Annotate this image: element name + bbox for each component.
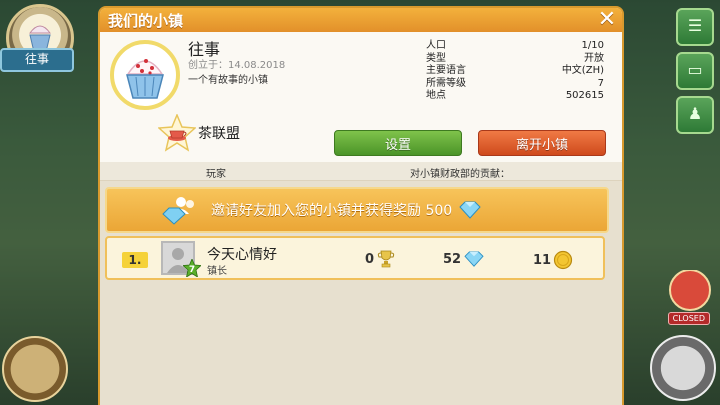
stat-label: 类型 bbox=[426, 52, 446, 64]
invite-text: 邀请好友加入您的小镇并获得奖励 500 bbox=[211, 203, 453, 219]
stat-type: 类型 开放 bbox=[426, 53, 604, 66]
stat-population: 人口 1/10 bbox=[426, 40, 604, 53]
level-number: 7 bbox=[189, 265, 195, 275]
stat-location: 地点 502615 bbox=[426, 90, 604, 103]
coin-count: 11 bbox=[533, 252, 552, 268]
stat-label: 人口 bbox=[426, 40, 446, 51]
town-description: 一个有故事的小镇 bbox=[188, 75, 268, 86]
build-house-button[interactable] bbox=[2, 336, 68, 402]
closed-badge: CLOSED bbox=[667, 312, 710, 325]
member-name: 今天心情好 bbox=[207, 247, 277, 263]
town-dialog: 我们的小镇 ✕ 往事 创立于：14.08.2018 一个有故事的小镇 人口 1/… bbox=[100, 8, 622, 405]
stat-value: 中文(ZH) bbox=[561, 65, 604, 77]
town-info-panel: 往事 创立于：14.08.2018 一个有故事的小镇 人口 1/10 类型 开放… bbox=[100, 32, 622, 162]
diamond-contribution: 52 bbox=[443, 250, 485, 268]
teacup-star-icon bbox=[158, 114, 196, 152]
coin-icon bbox=[553, 250, 573, 270]
close-button[interactable]: ✕ bbox=[596, 9, 618, 31]
cash-register-button[interactable] bbox=[650, 335, 716, 401]
league-badge[interactable]: 茶联盟 bbox=[158, 114, 240, 152]
stat-value: 502615 bbox=[565, 90, 604, 102]
invite-friends-button[interactable]: 邀请好友加入您的小镇并获得奖励 500 bbox=[105, 187, 609, 233]
invite-friends-icon bbox=[162, 197, 194, 225]
stat-value: 7 bbox=[597, 77, 604, 89]
stat-value: 1/10 bbox=[581, 40, 604, 51]
settings-button[interactable]: 设置 bbox=[334, 130, 462, 156]
chat-icon: ▭ bbox=[687, 60, 703, 79]
stat-language: 主要语言 中文(ZH) bbox=[426, 65, 604, 78]
rank-badge: 1. bbox=[122, 252, 148, 268]
trophy-icon bbox=[377, 250, 395, 268]
diamond-icon bbox=[459, 201, 481, 219]
trophy-contribution: 0 bbox=[365, 250, 396, 268]
player-column-label: 玩家 bbox=[206, 169, 226, 180]
stat-label: 地点 bbox=[426, 90, 446, 102]
member-list: 邀请好友加入您的小镇并获得奖励 500 1. 7 今天心情好 镇长 0 52 1… bbox=[100, 181, 622, 405]
chat-button[interactable]: ▭ bbox=[676, 52, 714, 90]
trophy-count: 0 bbox=[365, 251, 375, 267]
list-icon: ☰ bbox=[687, 16, 703, 35]
diamond-count: 52 bbox=[443, 251, 462, 267]
league-name: 茶联盟 bbox=[198, 126, 240, 142]
dialog-title: 我们的小镇 bbox=[108, 11, 184, 30]
town-emblem bbox=[110, 40, 180, 110]
member-role: 镇长 bbox=[207, 266, 227, 277]
stat-label: 所需等级 bbox=[426, 77, 466, 89]
town-created-date: 创立于：14.08.2018 bbox=[188, 60, 286, 71]
town-members-button[interactable]: ♟ bbox=[676, 96, 714, 134]
column-header: 玩家 对小镇财政部的贡献： bbox=[100, 162, 622, 181]
member-row[interactable]: 1. 7 今天心情好 镇长 0 52 11 bbox=[105, 236, 605, 280]
contribution-column-label: 对小镇财政部的贡献： bbox=[410, 169, 510, 180]
people-icon: ♟ bbox=[687, 104, 703, 123]
stat-label: 主要语言 bbox=[426, 65, 466, 77]
stat-value: 开放 bbox=[584, 52, 604, 64]
dialog-header: 我们的小镇 bbox=[100, 8, 622, 32]
town-stats: 人口 1/10 类型 开放 主要语言 中文(ZH) 所需等级 7 地点 5026… bbox=[426, 40, 604, 103]
town-name-tag[interactable]: 往事 bbox=[0, 48, 74, 72]
stat-required-level: 所需等级 7 bbox=[426, 78, 604, 91]
level-star-icon: 7 bbox=[183, 259, 201, 277]
leave-town-button[interactable]: 离开小镇 bbox=[478, 130, 606, 156]
cupcake-icon bbox=[126, 59, 164, 99]
list-menu-button[interactable]: ☰ bbox=[676, 8, 714, 46]
diamond-icon bbox=[464, 251, 484, 267]
coin-contribution: 11 bbox=[533, 250, 573, 270]
